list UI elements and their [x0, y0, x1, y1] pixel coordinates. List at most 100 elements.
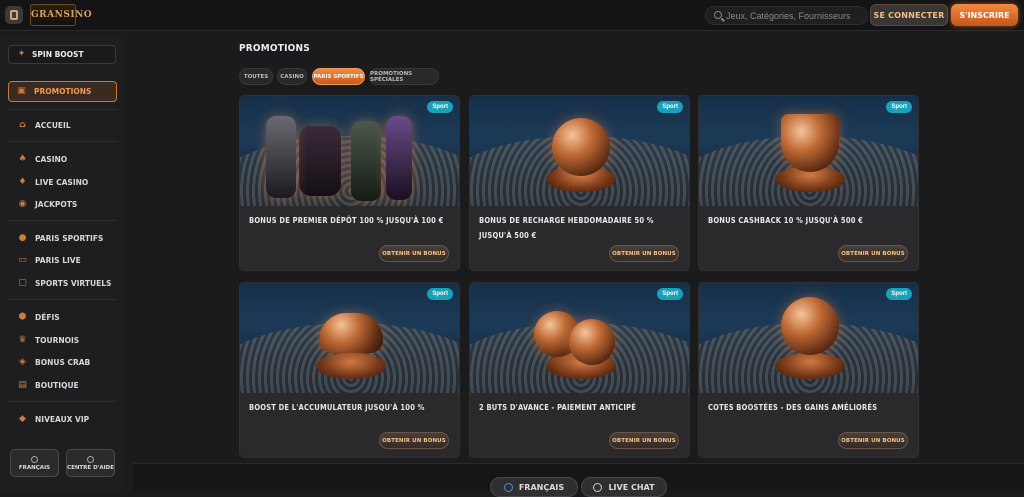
promo-image — [470, 96, 689, 206]
gift-icon: ▣ — [17, 86, 26, 96]
sidebar-toggle-button[interactable] — [5, 6, 23, 24]
shop-icon: ▤ — [18, 379, 27, 390]
promo-title: BONUS CASHBACK 10 % JUSQU'À 500 € — [708, 216, 864, 225]
register-button[interactable]: S'INSCRIRE — [951, 4, 1018, 26]
promo-ball — [569, 319, 616, 365]
sidebar-item-home[interactable]: ⌂ ACCUEIL — [8, 116, 117, 134]
sidebar-item-label: BOUTIQUE — [35, 380, 79, 390]
live-chat-label: LIVE CHAT — [608, 482, 655, 492]
search-input[interactable] — [726, 7, 866, 24]
sidebar-item-label: DÉFIS — [35, 312, 60, 322]
login-button[interactable]: SE CONNECTER — [870, 4, 948, 26]
sidebar-item-challenges[interactable]: ⬢ DÉFIS — [8, 308, 117, 326]
virtual-sports-icon: ▢ — [18, 277, 27, 288]
home-icon: ⌂ — [19, 119, 26, 130]
divider — [8, 109, 117, 110]
filter-casino[interactable]: CASINO — [277, 68, 307, 85]
help-label: CENTRE D'AIDE — [67, 464, 114, 471]
globe-icon — [31, 455, 38, 463]
sidebar-item-label: JACKPOTS — [35, 199, 78, 209]
get-bonus-button[interactable]: OBTENIR UN BONUS — [609, 432, 679, 449]
sport-badge: Sport — [886, 288, 912, 300]
sidebar-item-label: LIVE CASINO — [35, 177, 89, 187]
footer-language-button[interactable]: FRANÇAIS — [490, 477, 578, 497]
promo-card[interactable]: Sport COTES BOOSTÉES - DES GAINS AMÉLIOR… — [698, 282, 919, 458]
promo-figure — [299, 126, 341, 196]
divider — [8, 220, 117, 221]
promo-card[interactable]: Sport 2 BUTS D'AVANCE - PAIEMENT ANTICIP… — [469, 282, 690, 458]
sidebar-item-vip[interactable]: ◆ NIVEAUX VIP — [8, 410, 117, 428]
promo-image — [240, 96, 459, 206]
jackpot-icon: ◉ — [18, 198, 27, 209]
get-bonus-button[interactable]: OBTENIR UN BONUS — [379, 245, 449, 262]
filter-special-promotions[interactable]: PROMOTIONS SPÉCIALES — [369, 68, 439, 85]
promo-card[interactable]: Sport BONUS DE PREMIER DÉPÔT 100 % JUSQU… — [239, 95, 460, 271]
promo-title: BONUS DE PREMIER DÉPÔT 100 % JUSQU'À 100… — [249, 216, 444, 225]
promo-image — [699, 96, 918, 206]
sidebar-item-tournaments[interactable]: ♛ TOURNOIS — [8, 331, 117, 349]
spin-boost-button[interactable]: ✦ SPIN BOOST — [8, 45, 116, 64]
get-bonus-button[interactable]: OBTENIR UN BONUS — [379, 432, 449, 449]
sidebar-item-label: PROMOTIONS — [34, 87, 92, 96]
promo-image — [470, 283, 689, 393]
casino-icon: ♠ — [18, 153, 27, 164]
get-bonus-button[interactable]: OBTENIR UN BONUS — [609, 245, 679, 262]
filter-sports-betting[interactable]: PARIS SPORTIFS — [312, 68, 365, 85]
promo-card[interactable]: Sport BONUS CASHBACK 10 % JUSQU'À 500 € … — [698, 95, 919, 271]
help-center-button[interactable]: CENTRE D'AIDE — [66, 449, 115, 477]
sidebar-item-label: CASINO — [35, 154, 68, 164]
sidebar-item-label: ACCUEIL — [35, 120, 71, 130]
challenges-icon: ⬢ — [18, 311, 27, 322]
sidebar-item-bonus-crab[interactable]: ◈ BONUS CRAB — [8, 353, 117, 371]
sidebar-item-label: SPORTS VIRTUELS — [35, 278, 112, 288]
top-header: GRANSINO SE CONNECTER S'INSCRIRE — [0, 0, 1024, 31]
sidebar-item-live-casino[interactable]: ♦ LIVE CASINO — [8, 173, 117, 191]
footer-bar — [133, 463, 1024, 491]
promo-figure — [266, 116, 296, 198]
logo-text: GRANSINO — [31, 10, 93, 20]
promo-pedestal — [774, 353, 845, 379]
sidebar-item-sports[interactable]: ● PARIS SPORTIFS — [8, 229, 117, 247]
promo-title: 2 BUTS D'AVANCE - PAIEMENT ANTICIPÉ — [479, 403, 637, 412]
sidebar-item-casino[interactable]: ♠ CASINO — [8, 150, 117, 168]
sidebar-item-jackpots[interactable]: ◉ JACKPOTS — [8, 195, 117, 213]
sport-badge: Sport — [657, 101, 683, 113]
chat-icon — [593, 482, 603, 492]
live-bet-icon: ▭ — [18, 254, 27, 265]
get-bonus-button[interactable]: OBTENIR UN BONUS — [838, 432, 908, 449]
live-chat-button[interactable]: LIVE CHAT — [581, 477, 667, 497]
divider — [8, 401, 117, 402]
vip-icon: ◆ — [19, 413, 26, 424]
language-button[interactable]: FRANÇAIS — [10, 449, 59, 477]
promo-title: COTES BOOSTÉES - DES GAINS AMÉLIORÉS — [708, 403, 878, 412]
trophy-icon: ♛ — [18, 334, 27, 345]
sidebar-item-virtual-sports[interactable]: ▢ SPORTS VIRTUELS — [8, 274, 117, 292]
sidebar-item-label: PARIS SPORTIFS — [35, 233, 104, 243]
promo-ball — [551, 118, 610, 176]
sidebar-item-shop[interactable]: ▤ BOUTIQUE — [8, 376, 117, 394]
sport-badge: Sport — [657, 288, 683, 300]
get-bonus-button[interactable]: OBTENIR UN BONUS — [838, 245, 908, 262]
promo-figure — [351, 121, 381, 201]
filter-all[interactable]: TOUTES — [239, 68, 273, 85]
promo-card[interactable]: Sport BONUS DE RECHARGE HEBDOMADAIRE 50 … — [469, 95, 690, 271]
promo-cup — [780, 114, 839, 172]
promo-card[interactable]: Sport BOOST DE L'ACCUMULATEUR JUSQU'À 10… — [239, 282, 460, 458]
crab-icon: ◈ — [19, 356, 26, 367]
spin-boost-icon: ✦ — [17, 49, 26, 59]
language-label: FRANÇAIS — [18, 464, 51, 471]
search-bar[interactable] — [705, 6, 868, 25]
help-icon — [87, 455, 94, 463]
sports-icon: ● — [18, 232, 27, 243]
promo-title: BOOST DE L'ACCUMULATEUR JUSQU'À 100 % — [249, 403, 425, 412]
spin-boost-label: SPIN BOOST — [32, 50, 84, 59]
page-title: PROMOTIONS — [239, 43, 310, 54]
sidebar-item-promotions[interactable]: ▣ PROMOTIONS — [8, 81, 117, 102]
footer-language-label: FRANÇAIS — [518, 482, 565, 492]
sport-badge: Sport — [886, 101, 912, 113]
sidebar: ✦ SPIN BOOST ▣ PROMOTIONS ⌂ ACCUEIL ♠ CASI… — [0, 37, 125, 491]
brand-logo[interactable]: GRANSINO — [30, 4, 93, 26]
promo-image — [240, 283, 459, 393]
sidebar-item-live-bets[interactable]: ▭ PARIS LIVE — [8, 251, 117, 269]
sport-badge: Sport — [427, 288, 453, 300]
